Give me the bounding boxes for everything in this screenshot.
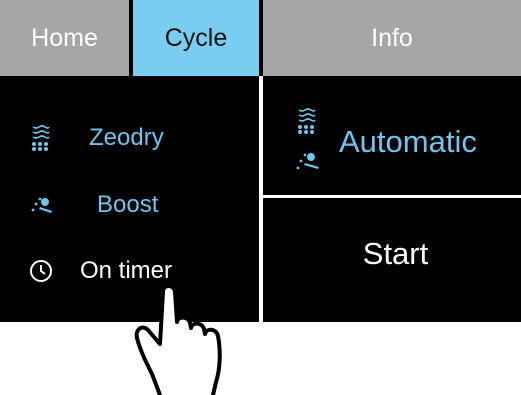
- automatic-button[interactable]: Automatic: [263, 76, 521, 195]
- clock-icon: [30, 260, 52, 282]
- menu-item-label: Zeodry: [89, 124, 164, 151]
- menu-item-label: Boost: [97, 191, 159, 218]
- start-button[interactable]: Start: [263, 198, 521, 322]
- boost-icon: [31, 197, 52, 213]
- appliance-screen: Home Cycle Info Zeodry Boost On timer Au…: [0, 0, 521, 322]
- start-label: Start: [362, 236, 429, 271]
- tab-info[interactable]: Info: [263, 0, 521, 76]
- zeodry-icon: [298, 108, 316, 134]
- tab-home[interactable]: Home: [0, 0, 129, 76]
- menu-item-boost[interactable]: Boost: [0, 180, 258, 230]
- boost-icon: [296, 153, 319, 170]
- automatic-icons: [296, 108, 319, 170]
- menu-item-zeodry[interactable]: Zeodry: [0, 113, 258, 163]
- tab-bar: Home Cycle Info: [0, 0, 521, 76]
- automatic-label: Automatic: [339, 124, 477, 159]
- tab-cycle[interactable]: Cycle: [133, 0, 259, 76]
- zeodry-icon: [32, 125, 50, 151]
- hand-pointer-icon: [134, 284, 222, 395]
